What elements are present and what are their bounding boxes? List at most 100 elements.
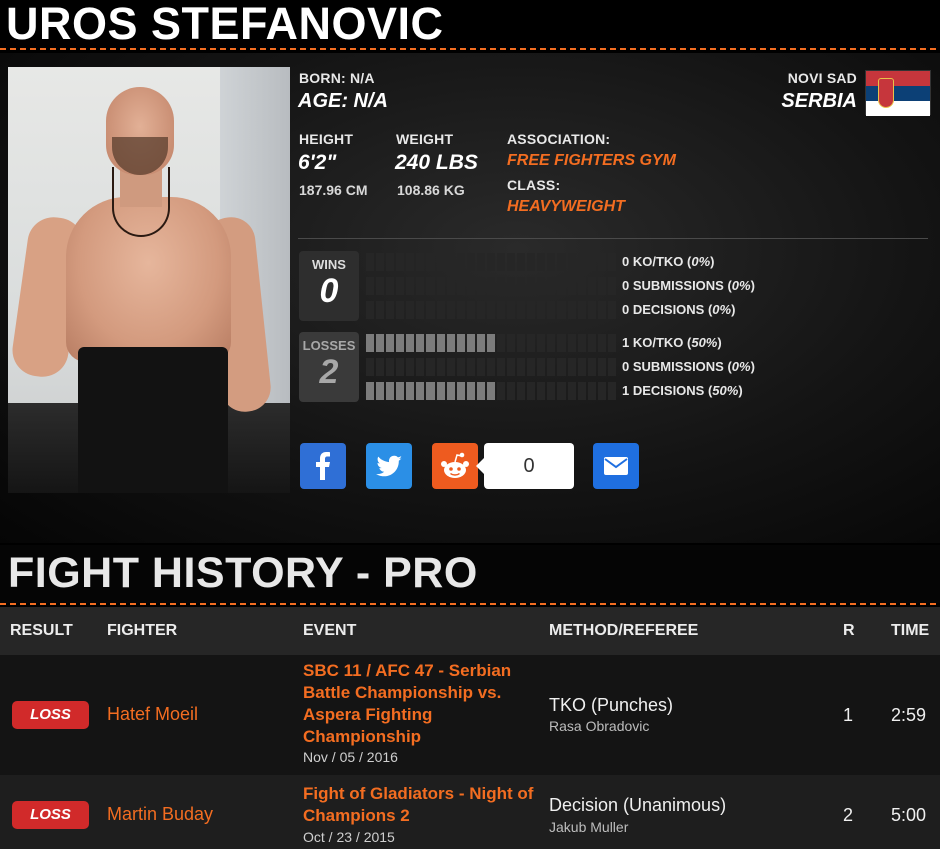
method: Decision (Unanimous) <box>549 795 727 815</box>
bar-segment <box>597 301 606 319</box>
bar-segment <box>366 253 375 271</box>
bar-segment <box>376 301 385 319</box>
bar-segment <box>426 382 435 400</box>
opponent-link[interactable]: Hatef Moeil <box>107 704 198 725</box>
bar-segment <box>547 382 556 400</box>
bar-segment <box>486 382 496 400</box>
bar-segment <box>466 334 475 352</box>
opponent-link[interactable]: Martin Buday <box>107 804 213 825</box>
history-table-header: RESULT FIGHTER EVENT METHOD/REFEREE R TI… <box>0 607 940 655</box>
weight-class-link[interactable]: HEAVYWEIGHT <box>507 198 625 216</box>
email-share-button[interactable] <box>593 443 639 489</box>
bar-segment <box>527 253 536 271</box>
bar-segment <box>497 382 506 400</box>
col-method: METHOD/REFEREE <box>549 622 699 639</box>
bar-segment <box>386 253 395 271</box>
fight-history-title: FIGHT HISTORY - PRO <box>8 549 478 597</box>
bar-segment <box>456 382 465 400</box>
class-label: CLASS: <box>507 177 561 193</box>
twitter-share-button[interactable] <box>366 443 412 489</box>
bar-segment <box>366 301 375 319</box>
bar-segment <box>386 277 395 295</box>
col-time: TIME <box>891 622 930 639</box>
bar-segment <box>466 253 475 271</box>
losses-sub-bar <box>366 358 616 376</box>
bar-segment <box>537 277 546 295</box>
bar-segment <box>607 334 616 352</box>
bar-segment <box>517 334 526 352</box>
bar-segment <box>517 253 526 271</box>
bar-segment <box>577 382 586 400</box>
history-divider <box>0 603 940 605</box>
facebook-share-button[interactable] <box>300 443 346 489</box>
bar-segment <box>426 334 435 352</box>
event-link[interactable]: Fight of Gladiators - Night of Champions… <box>303 783 538 827</box>
profile-panel: BORN: N/A AGE: N/A HEIGHT 6'2" 187.96 CM… <box>0 53 940 543</box>
bar-segment <box>607 358 616 376</box>
bar-segment <box>587 301 596 319</box>
bar-segment <box>577 358 586 376</box>
time: 2:59 <box>891 705 927 725</box>
association-label: ASSOCIATION: <box>507 131 611 147</box>
bar-segment <box>366 358 375 376</box>
losses-dec-stat: 1 DECISIONS (50%) <box>622 383 743 398</box>
table-row: LOSS Hatef Moeil SBC 11 / AFC 47 - Serbi… <box>0 655 940 775</box>
twitter-icon <box>376 455 402 477</box>
fighter-photo <box>8 67 290 493</box>
reddit-share-button[interactable] <box>432 443 478 489</box>
bar-segment <box>567 277 576 295</box>
bar-segment <box>466 301 475 319</box>
bar-segment <box>557 382 566 400</box>
wins-count: 0 <box>319 272 339 310</box>
bar-segment <box>476 334 485 352</box>
losses-ko-bar <box>366 334 616 352</box>
bar-segment <box>537 334 546 352</box>
bar-segment <box>376 253 385 271</box>
losses-label: LOSSES <box>302 338 356 353</box>
bar-segment <box>426 358 435 376</box>
bar-segment <box>517 382 526 400</box>
col-result: RESULT <box>10 622 73 639</box>
bar-segment <box>517 301 526 319</box>
bar-segment <box>476 358 485 376</box>
header-divider <box>0 48 940 50</box>
bar-segment <box>366 277 375 295</box>
bar-segment <box>486 358 496 376</box>
bar-segment <box>416 334 425 352</box>
bar-segment <box>396 301 405 319</box>
bar-segment <box>406 334 415 352</box>
bar-segment <box>507 253 516 271</box>
wins-dec-stat: 0 DECISIONS (0%) <box>622 302 736 317</box>
bar-segment <box>406 253 415 271</box>
losses-dec-bar <box>366 382 616 400</box>
bar-segment <box>436 334 445 352</box>
bar-segment <box>436 277 445 295</box>
weight-imperial: 240 LBS <box>395 151 478 174</box>
bar-segment <box>376 358 385 376</box>
bar-segment <box>507 277 516 295</box>
nationality: SERBIA <box>781 90 857 112</box>
bar-segment <box>517 358 526 376</box>
bar-segment <box>376 277 385 295</box>
bar-segment <box>436 382 445 400</box>
bar-segment <box>507 382 516 400</box>
wins-sub-stat: 0 SUBMISSIONS (0%) <box>622 278 755 293</box>
bar-segment <box>547 334 556 352</box>
hometown: NOVI SAD <box>787 70 857 86</box>
stats-divider <box>298 238 928 239</box>
height-imperial: 6'2" <box>298 151 337 174</box>
bar-segment <box>537 301 546 319</box>
bar-segment <box>386 358 395 376</box>
losses-ko-stat: 1 KO/TKO (50%) <box>622 335 722 350</box>
fighter-name: UROS STEFANOVIC <box>6 0 444 49</box>
association-link[interactable]: FREE FIGHTERS GYM <box>507 152 676 170</box>
bar-segment <box>466 277 475 295</box>
bar-segment <box>486 253 496 271</box>
round: 1 <box>843 705 854 725</box>
bar-segment <box>436 358 445 376</box>
event-link[interactable]: SBC 11 / AFC 47 - Serbian Battle Champio… <box>303 660 543 748</box>
bar-segment <box>567 382 576 400</box>
bar-segment <box>557 334 566 352</box>
bar-segment <box>577 301 586 319</box>
bar-segment <box>567 253 576 271</box>
